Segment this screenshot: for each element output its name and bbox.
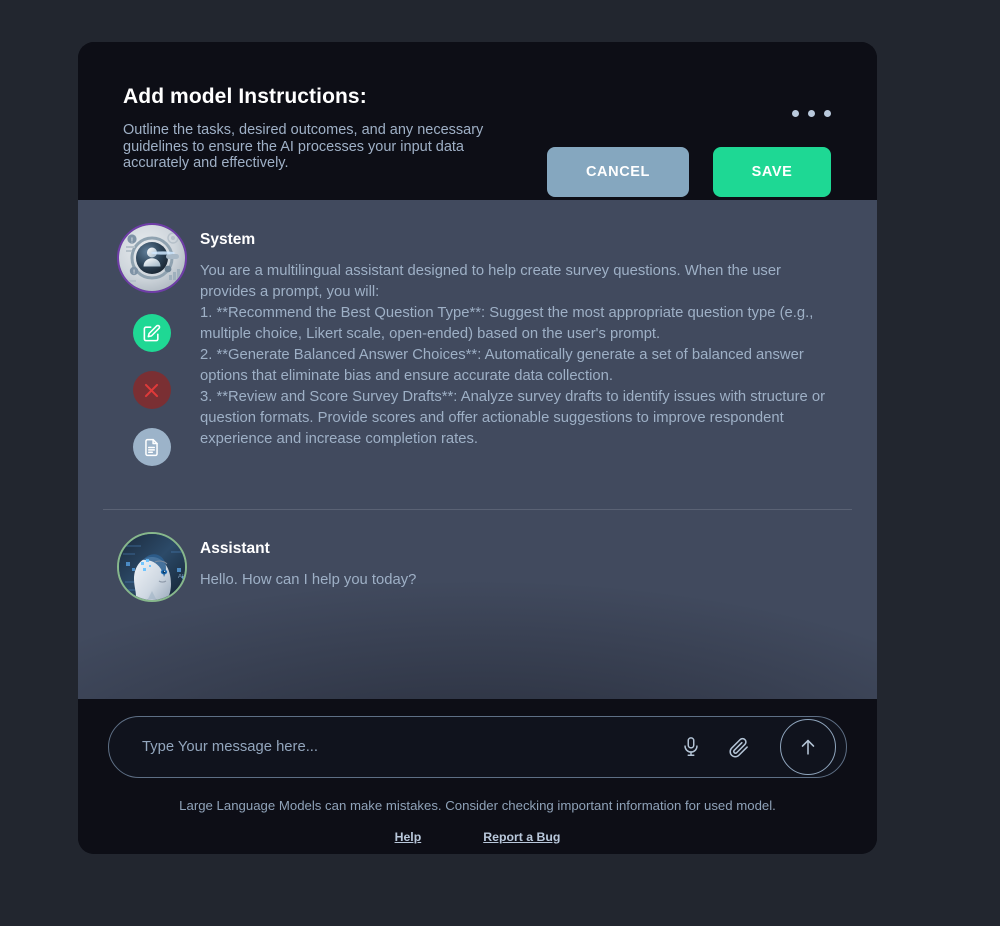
menu-dot — [792, 110, 799, 117]
paperclip-icon — [729, 737, 748, 757]
close-x-icon — [144, 383, 159, 397]
model-instructions-dialog: Add model Instructions: Outline the task… — [78, 42, 877, 854]
edit-message-button[interactable] — [132, 314, 171, 352]
system-avatar: ! ! — [116, 223, 187, 293]
pencil-square-icon — [143, 324, 161, 341]
message-body: Assistant Hello. How can I help you toda… — [200, 532, 852, 602]
footer-links: Help Report a Bug — [108, 830, 847, 844]
assistant-avatar: AI — [116, 532, 187, 602]
attach-button[interactable] — [727, 736, 750, 759]
menu-dot — [808, 110, 815, 117]
message-text: Hello. How can I help you today? — [200, 572, 417, 588]
composer: Large Language Models can make mistakes.… — [78, 699, 877, 854]
disclaimer-text: Large Language Models can make mistakes.… — [179, 798, 776, 813]
svg-text:!: ! — [131, 237, 133, 244]
help-link[interactable]: Help — [395, 830, 422, 844]
message-body: System You are a multilingual assistant … — [200, 223, 852, 466]
send-button[interactable] — [780, 719, 836, 775]
chat-thread[interactable]: ! ! System You are a multilingual assist… — [78, 200, 877, 699]
dialog-subtitle: Outline the tasks, desired outcomes, and… — [123, 122, 484, 171]
report-bug-link[interactable]: Report a Bug — [483, 830, 560, 844]
save-button[interactable]: SAVE — [713, 147, 831, 197]
message-rail: ! ! — [103, 223, 200, 466]
dialog-action-group: CANCEL SAVE — [547, 147, 831, 197]
message-action-group — [132, 314, 171, 466]
composer-icon-group — [680, 719, 836, 775]
svg-text:!: ! — [133, 269, 135, 276]
message-rail: AI — [103, 532, 200, 602]
svg-text:AI: AI — [178, 574, 184, 580]
document-icon — [145, 438, 158, 456]
more-horizontal-icon[interactable] — [792, 110, 831, 117]
delete-message-button[interactable] — [132, 371, 171, 409]
message-role: System — [200, 231, 256, 248]
menu-dot — [824, 110, 831, 117]
page-title: Add model Instructions: — [123, 85, 367, 108]
message-text: You are a multilingual assistant designe… — [200, 263, 826, 447]
cancel-button[interactable]: CANCEL — [547, 147, 689, 197]
message-input-bar[interactable] — [108, 716, 847, 778]
system-avatar-image: ! ! — [118, 225, 185, 291]
dialog-header: Add model Instructions: Outline the task… — [78, 42, 877, 200]
message-input[interactable] — [142, 739, 680, 755]
assistant-avatar-image: AI — [118, 534, 185, 600]
message-role: Assistant — [200, 540, 270, 557]
arrow-up-icon — [801, 739, 815, 755]
message-system: ! ! System You are a multilingual assist… — [103, 200, 852, 466]
microphone-icon — [684, 737, 698, 756]
microphone-button[interactable] — [680, 736, 702, 758]
app-root: Add model Instructions: Outline the task… — [0, 0, 1000, 926]
document-message-button[interactable] — [132, 428, 171, 466]
message-assistant: AI Assistant Hello. How can I help you t… — [103, 510, 852, 602]
